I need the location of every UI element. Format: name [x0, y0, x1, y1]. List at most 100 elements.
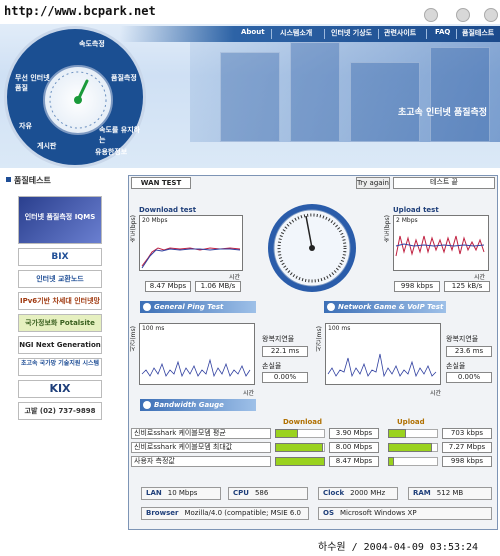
bw-download-track [275, 457, 325, 466]
menu-faq[interactable]: FAQ [435, 28, 450, 36]
dial-speed-link[interactable]: 속도측정 [79, 39, 105, 49]
bw-download-bar [275, 457, 325, 466]
download-mbps: 8.47 Mbps [145, 281, 191, 292]
menu-divider [456, 29, 457, 39]
bw-download-bar [275, 443, 323, 452]
mail-icon[interactable] [484, 8, 498, 22]
dial-board-link[interactable]: 게시판 [37, 141, 56, 151]
menu-divider [378, 29, 379, 39]
banner-national-net[interactable]: 초고속 국가망 기술지원 시스템 [18, 358, 102, 376]
dial-wireless-link[interactable]: 무선 인터넷 품질 [15, 73, 55, 93]
building-image [190, 42, 500, 142]
dial-quality-link[interactable]: 품질측정 [111, 73, 137, 83]
menu-quality-test[interactable]: 품질테스트 [462, 28, 494, 38]
nav-dial: 속도측정 품질측정 무선 인터넷 품질 속도를 유지하는 유용한정보 게시판 자… [4, 26, 146, 168]
menu-divider [271, 29, 272, 39]
clock-label: Clock [323, 489, 345, 497]
upload-title: Upload test [393, 206, 439, 214]
banner-report[interactable]: 고발 (02) 737-9898 [18, 402, 102, 420]
banner-bix[interactable]: BIX [18, 248, 102, 266]
try-again-button[interactable]: Try again [356, 177, 390, 189]
sitemap-icon[interactable] [456, 8, 470, 22]
bw-upload-track [388, 429, 438, 438]
caption: 하수원 / 2004-04-09 03:53:24 [318, 542, 479, 553]
voip-loss-value: 0.00% [446, 372, 492, 383]
download-graph: 20 Mbps [139, 215, 243, 271]
status-field: 테스트 끝 [393, 177, 495, 189]
menu-system[interactable]: 시스템소개 [280, 28, 312, 38]
banner-portal[interactable]: 국가정보화 Potalsite [18, 314, 102, 332]
banner-ipv6[interactable]: IPv6기반 차세대 인터넷망 [18, 292, 102, 310]
upload-kbps: 998 kbps [394, 281, 440, 292]
ping-axis-label: 시간(ms) [130, 326, 137, 352]
menu-about[interactable]: About [241, 28, 265, 36]
bw-download-value: 3.90 Mbps [329, 428, 379, 439]
lan-value: 10 Mbps [167, 489, 198, 497]
bw-row-label: 신비로sshark 케이블모뎀 평균 [131, 428, 271, 439]
bw-download-track [275, 443, 325, 452]
bw-row-label: 신비로sshark 케이블모뎀 최대값 [131, 442, 271, 453]
lan-info: LAN 10 Mbps [141, 487, 221, 500]
os-info: OS Microsoft Windows XP [318, 507, 492, 520]
dial-free-link[interactable]: 자유 [19, 121, 32, 131]
bw-upload-bar [388, 429, 406, 438]
cpu-info: CPU 586 [228, 487, 308, 500]
browser-label: Browser [146, 509, 179, 517]
voip-rtt-value: 23.6 ms [446, 346, 492, 357]
voip-rtt-label: 왕복지연율 [446, 335, 479, 343]
speedometer-icon [266, 202, 358, 294]
bw-upload-value: 703 kbps [442, 428, 492, 439]
lan-label: LAN [146, 489, 162, 497]
dial-info-link[interactable]: 유용한정보 [95, 147, 127, 157]
bw-upload-bar [388, 457, 394, 466]
voip-test-header: Network Game & VoIP Test [324, 301, 446, 313]
banner-iqms[interactable]: 인터넷 품질측정 IQMS [18, 196, 102, 244]
voip-time-label: 시간 [430, 390, 442, 397]
bw-download-track [275, 429, 325, 438]
download-mbs: 1.06 MB/s [195, 281, 241, 292]
upload-graph: 2 Mbps [393, 215, 489, 271]
slogan: 초고속 인터넷 품질측정 [398, 108, 488, 118]
ram-info: RAM 512 MB [408, 487, 492, 500]
clock-value: 2000 MHz [350, 489, 386, 497]
voip-axis-label: 시간(ms) [316, 326, 323, 352]
banner-ngi[interactable]: NGI Next Generation [18, 336, 102, 354]
download-time-label: 시간 [229, 274, 241, 281]
ping-graph: 100 ms [139, 323, 255, 385]
banner-exchange-node[interactable]: 인터넷 교환노드 [18, 270, 102, 288]
upload-time-label: 시간 [474, 274, 486, 281]
banner-kix[interactable]: KIX [18, 380, 102, 398]
cpu-value: 586 [254, 489, 269, 497]
ram-label: RAM [413, 489, 431, 497]
dial-keep-link[interactable]: 속도를 유지하는 [99, 125, 143, 145]
os-label: OS [323, 509, 334, 517]
bw-upload-value: 7.27 Mbps [442, 442, 492, 453]
bw-upload-track [388, 457, 438, 466]
upload-kbs: 125 kB/s [444, 281, 490, 292]
bandwidth-header: Bandwidth Gauge [140, 399, 256, 411]
header-banner: http://www.bcpark.net About 시스템소개 인터넷 기상… [0, 0, 500, 168]
bandwidth-upload-label: Upload [397, 418, 425, 426]
menu-weather[interactable]: 인터넷 기상도 [331, 28, 372, 38]
watermark: http://www.bcpark.net [4, 4, 156, 18]
tab-wan-test[interactable]: WAN TEST [131, 177, 191, 189]
bw-upload-bar [388, 443, 432, 452]
ram-value: 512 MB [436, 489, 464, 497]
bw-upload-value: 998 kbps [442, 456, 492, 467]
home-icon[interactable] [424, 8, 438, 22]
voip-graph: 100 ms [325, 323, 441, 385]
sidebar-title: 품질테스트 [6, 176, 51, 185]
bw-download-value: 8.00 Mbps [329, 442, 379, 453]
ping-time-label: 시간 [243, 390, 255, 397]
browser-value: Mozilla/4.0 (compatible; MSIE 6.0 [184, 509, 301, 517]
menu-links[interactable]: 관련사이트 [384, 28, 416, 38]
os-value: Microsoft Windows XP [340, 509, 417, 517]
voip-loss-label: 손실율 [446, 362, 466, 370]
bw-download-value: 8.47 Mbps [329, 456, 379, 467]
ping-rtt-label: 왕복지연율 [262, 335, 295, 343]
upload-axis-label: 속도(bps) [384, 215, 391, 243]
ping-loss-value: 0.00% [262, 372, 308, 383]
ping-test-header: General Ping Test [140, 301, 256, 313]
download-title: Download test [139, 206, 197, 214]
menu-divider [426, 29, 427, 39]
